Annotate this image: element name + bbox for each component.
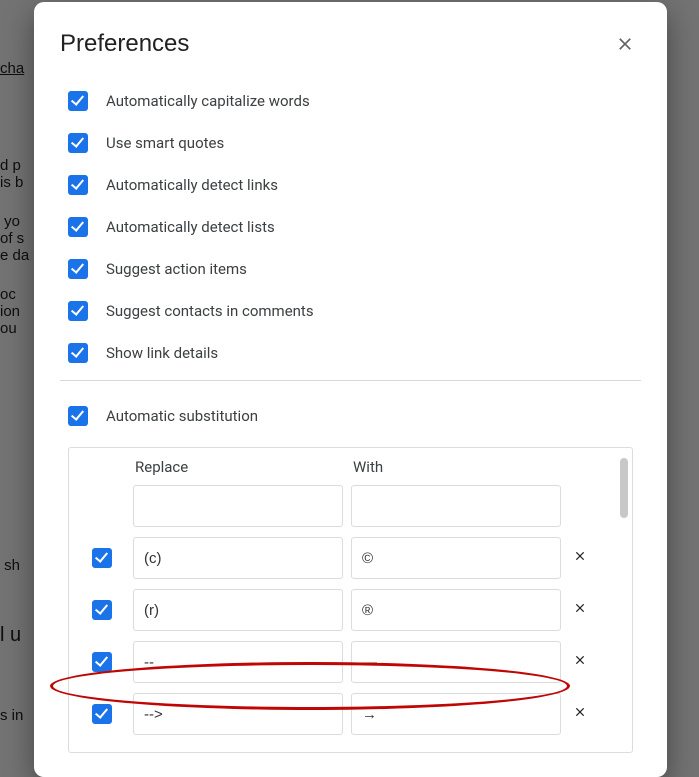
delete-row-button[interactable] xyxy=(573,601,591,619)
substitution-table: Replace With xyxy=(68,447,633,753)
with-input[interactable] xyxy=(351,693,561,735)
substitution-row xyxy=(69,688,632,740)
label-auto-capitalize: Automatically capitalize words xyxy=(106,92,310,110)
checkbox-action-items[interactable] xyxy=(68,259,88,279)
with-input[interactable] xyxy=(351,641,561,683)
delete-icon xyxy=(573,549,587,563)
label-auto-substitution: Automatic substitution xyxy=(106,407,258,425)
substitution-row xyxy=(69,532,632,584)
label-detect-lists: Automatically detect lists xyxy=(106,218,275,236)
replace-input[interactable] xyxy=(133,537,343,579)
option-auto-substitution[interactable]: Automatic substitution xyxy=(68,395,633,437)
divider xyxy=(60,380,641,381)
label-smart-quotes: Use smart quotes xyxy=(106,134,224,152)
auto-substitution-section: Automatic substitution Replace With xyxy=(60,395,641,753)
label-suggest-contacts: Suggest contacts in comments xyxy=(106,302,314,320)
substitution-row xyxy=(69,636,632,688)
general-options: Automatically capitalize words Use smart… xyxy=(60,80,641,374)
option-detect-lists[interactable]: Automatically detect lists xyxy=(68,206,633,248)
preferences-dialog: Preferences Automatically capitalize wor… xyxy=(34,2,667,777)
label-detect-links: Automatically detect links xyxy=(106,176,278,194)
replace-input[interactable] xyxy=(133,693,343,735)
checkbox-detect-links[interactable] xyxy=(68,175,88,195)
column-header-replace: Replace xyxy=(133,458,343,476)
substitution-table-header: Replace With xyxy=(69,458,632,476)
replace-input[interactable] xyxy=(133,485,343,527)
substitution-row-checkbox[interactable] xyxy=(92,652,112,672)
with-input[interactable] xyxy=(351,537,561,579)
label-show-link-details: Show link details xyxy=(106,344,218,362)
option-show-link-details[interactable]: Show link details xyxy=(68,332,633,374)
dialog-title: Preferences xyxy=(60,30,189,58)
checkbox-suggest-contacts[interactable] xyxy=(68,301,88,321)
delete-icon xyxy=(573,705,587,719)
substitution-row-checkbox[interactable] xyxy=(92,548,112,568)
substitution-row xyxy=(69,480,632,532)
with-input[interactable] xyxy=(351,485,561,527)
checkbox-detect-lists[interactable] xyxy=(68,217,88,237)
delete-row-button[interactable] xyxy=(573,705,591,723)
delete-row-button[interactable] xyxy=(573,549,591,567)
with-input[interactable] xyxy=(351,589,561,631)
checkbox-smart-quotes[interactable] xyxy=(68,133,88,153)
option-auto-capitalize[interactable]: Automatically capitalize words xyxy=(68,80,633,122)
option-suggest-contacts[interactable]: Suggest contacts in comments xyxy=(68,290,633,332)
delete-row-button[interactable] xyxy=(573,653,591,671)
close-icon xyxy=(615,34,635,54)
delete-icon xyxy=(573,601,587,615)
option-smart-quotes[interactable]: Use smart quotes xyxy=(68,122,633,164)
dialog-header: Preferences xyxy=(60,30,641,58)
delete-icon xyxy=(573,653,587,667)
scrollbar-thumb[interactable] xyxy=(620,458,628,518)
checkbox-auto-capitalize[interactable] xyxy=(68,91,88,111)
option-action-items[interactable]: Suggest action items xyxy=(68,248,633,290)
checkbox-show-link-details[interactable] xyxy=(68,343,88,363)
substitution-row-checkbox[interactable] xyxy=(92,704,112,724)
replace-input[interactable] xyxy=(133,589,343,631)
substitution-row xyxy=(69,584,632,636)
label-action-items: Suggest action items xyxy=(106,260,247,278)
column-header-with: With xyxy=(351,458,561,476)
substitution-row-checkbox[interactable] xyxy=(92,600,112,620)
option-detect-links[interactable]: Automatically detect links xyxy=(68,164,633,206)
close-button[interactable] xyxy=(615,34,635,54)
checkbox-auto-substitution[interactable] xyxy=(68,406,88,426)
replace-input[interactable] xyxy=(133,641,343,683)
